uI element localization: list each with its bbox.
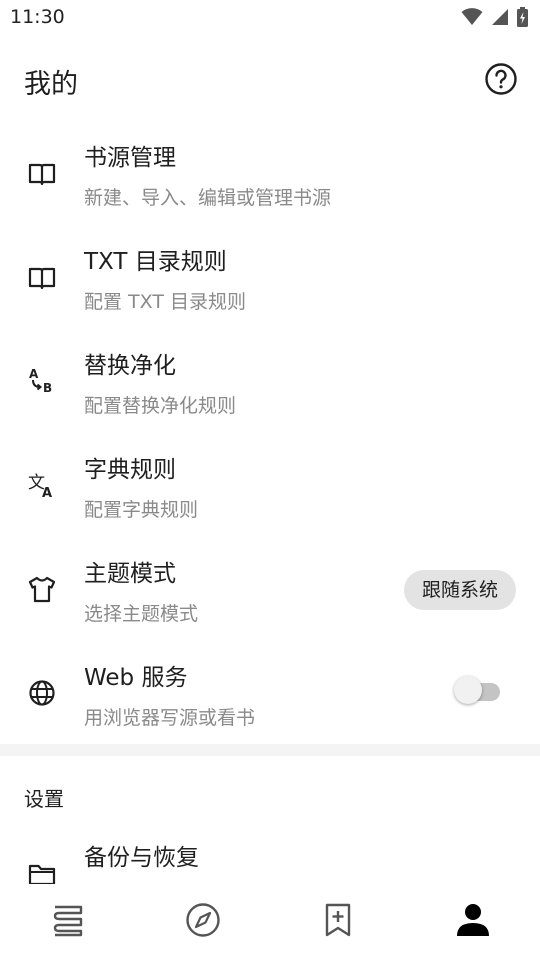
menu-item-subtitle: 配置字典规则: [84, 499, 199, 521]
theme-mode-value-chip[interactable]: 跟随系统: [403, 570, 516, 610]
nav-rss[interactable]: [270, 884, 405, 960]
help-button[interactable]: [484, 62, 518, 96]
help-icon: [485, 63, 517, 95]
page-title: 我的: [24, 69, 78, 100]
status-bar: 11:30: [0, 0, 540, 36]
svg-text:A: A: [29, 367, 39, 381]
compass-icon: [185, 903, 220, 937]
nav-bookshelf[interactable]: [0, 884, 135, 960]
menu-item-title: Web 服务: [84, 665, 188, 691]
menu-item-dict-rules[interactable]: 文 A 字典规则 配置字典规则: [0, 432, 540, 536]
menu-item-txt-toc-rules[interactable]: TXT 目录规则 配置 TXT 目录规则: [0, 224, 540, 328]
status-time: 11:30: [10, 6, 65, 28]
menu-item-web-service[interactable]: Web 服务 用浏览器写源或看书: [0, 640, 540, 744]
bookshelf-icon: [53, 905, 82, 937]
menu-item-replace-rules[interactable]: A B 替换净化 配置替换净化规则: [0, 328, 540, 432]
status-icons: [461, 7, 528, 27]
signal-icon: [492, 9, 508, 25]
bookmark-add-icon: [325, 903, 350, 937]
menu-item-book-source[interactable]: 书源管理 新建、导入、编辑或管理书源: [0, 120, 540, 224]
app-header: 我的: [0, 52, 540, 108]
battery-icon: [517, 7, 528, 27]
svg-text:A: A: [42, 486, 52, 501]
wifi-icon: [461, 8, 483, 25]
menu-item-subtitle: 新建、导入、编辑或管理书源: [84, 187, 332, 209]
menu-item-subtitle: 配置 TXT 目录规则: [84, 291, 246, 313]
bottom-navigation: [0, 884, 540, 960]
book-icon: [28, 267, 56, 290]
menu-item-title: 书源管理: [84, 145, 176, 171]
menu-item-title: 备份与恢复: [84, 845, 199, 871]
menu-item-title: 替换净化: [84, 353, 176, 379]
find-replace-icon: A B: [29, 367, 52, 395]
my-menu-list: 书源管理 新建、导入、编辑或管理书源 TXT 目录规则 配置 TXT 目录规则 …: [0, 120, 540, 744]
menu-item-title: TXT 目录规则: [84, 249, 227, 275]
section-divider: [0, 744, 540, 756]
shirt-icon: [28, 576, 56, 603]
nav-my[interactable]: [405, 884, 540, 960]
book-icon: [28, 163, 56, 186]
translate-icon: 文 A: [28, 473, 52, 501]
menu-item-title: 字典规则: [84, 457, 176, 483]
menu-item-subtitle: 选择主题模式: [84, 603, 199, 625]
settings-section-header: 设置: [24, 787, 64, 811]
person-icon: [456, 904, 489, 936]
svg-text:B: B: [43, 381, 52, 395]
globe-icon: [29, 680, 55, 706]
menu-item-subtitle: 配置替换净化规则: [84, 395, 237, 417]
nav-explore[interactable]: [135, 884, 270, 960]
toggle-thumb: [454, 676, 482, 704]
menu-item-title: 主题模式: [84, 561, 176, 587]
web-service-toggle[interactable]: [454, 676, 500, 704]
menu-item-theme-mode[interactable]: 主题模式 选择主题模式 跟随系统: [0, 536, 540, 640]
menu-item-subtitle: 用浏览器写源或看书: [84, 707, 256, 729]
